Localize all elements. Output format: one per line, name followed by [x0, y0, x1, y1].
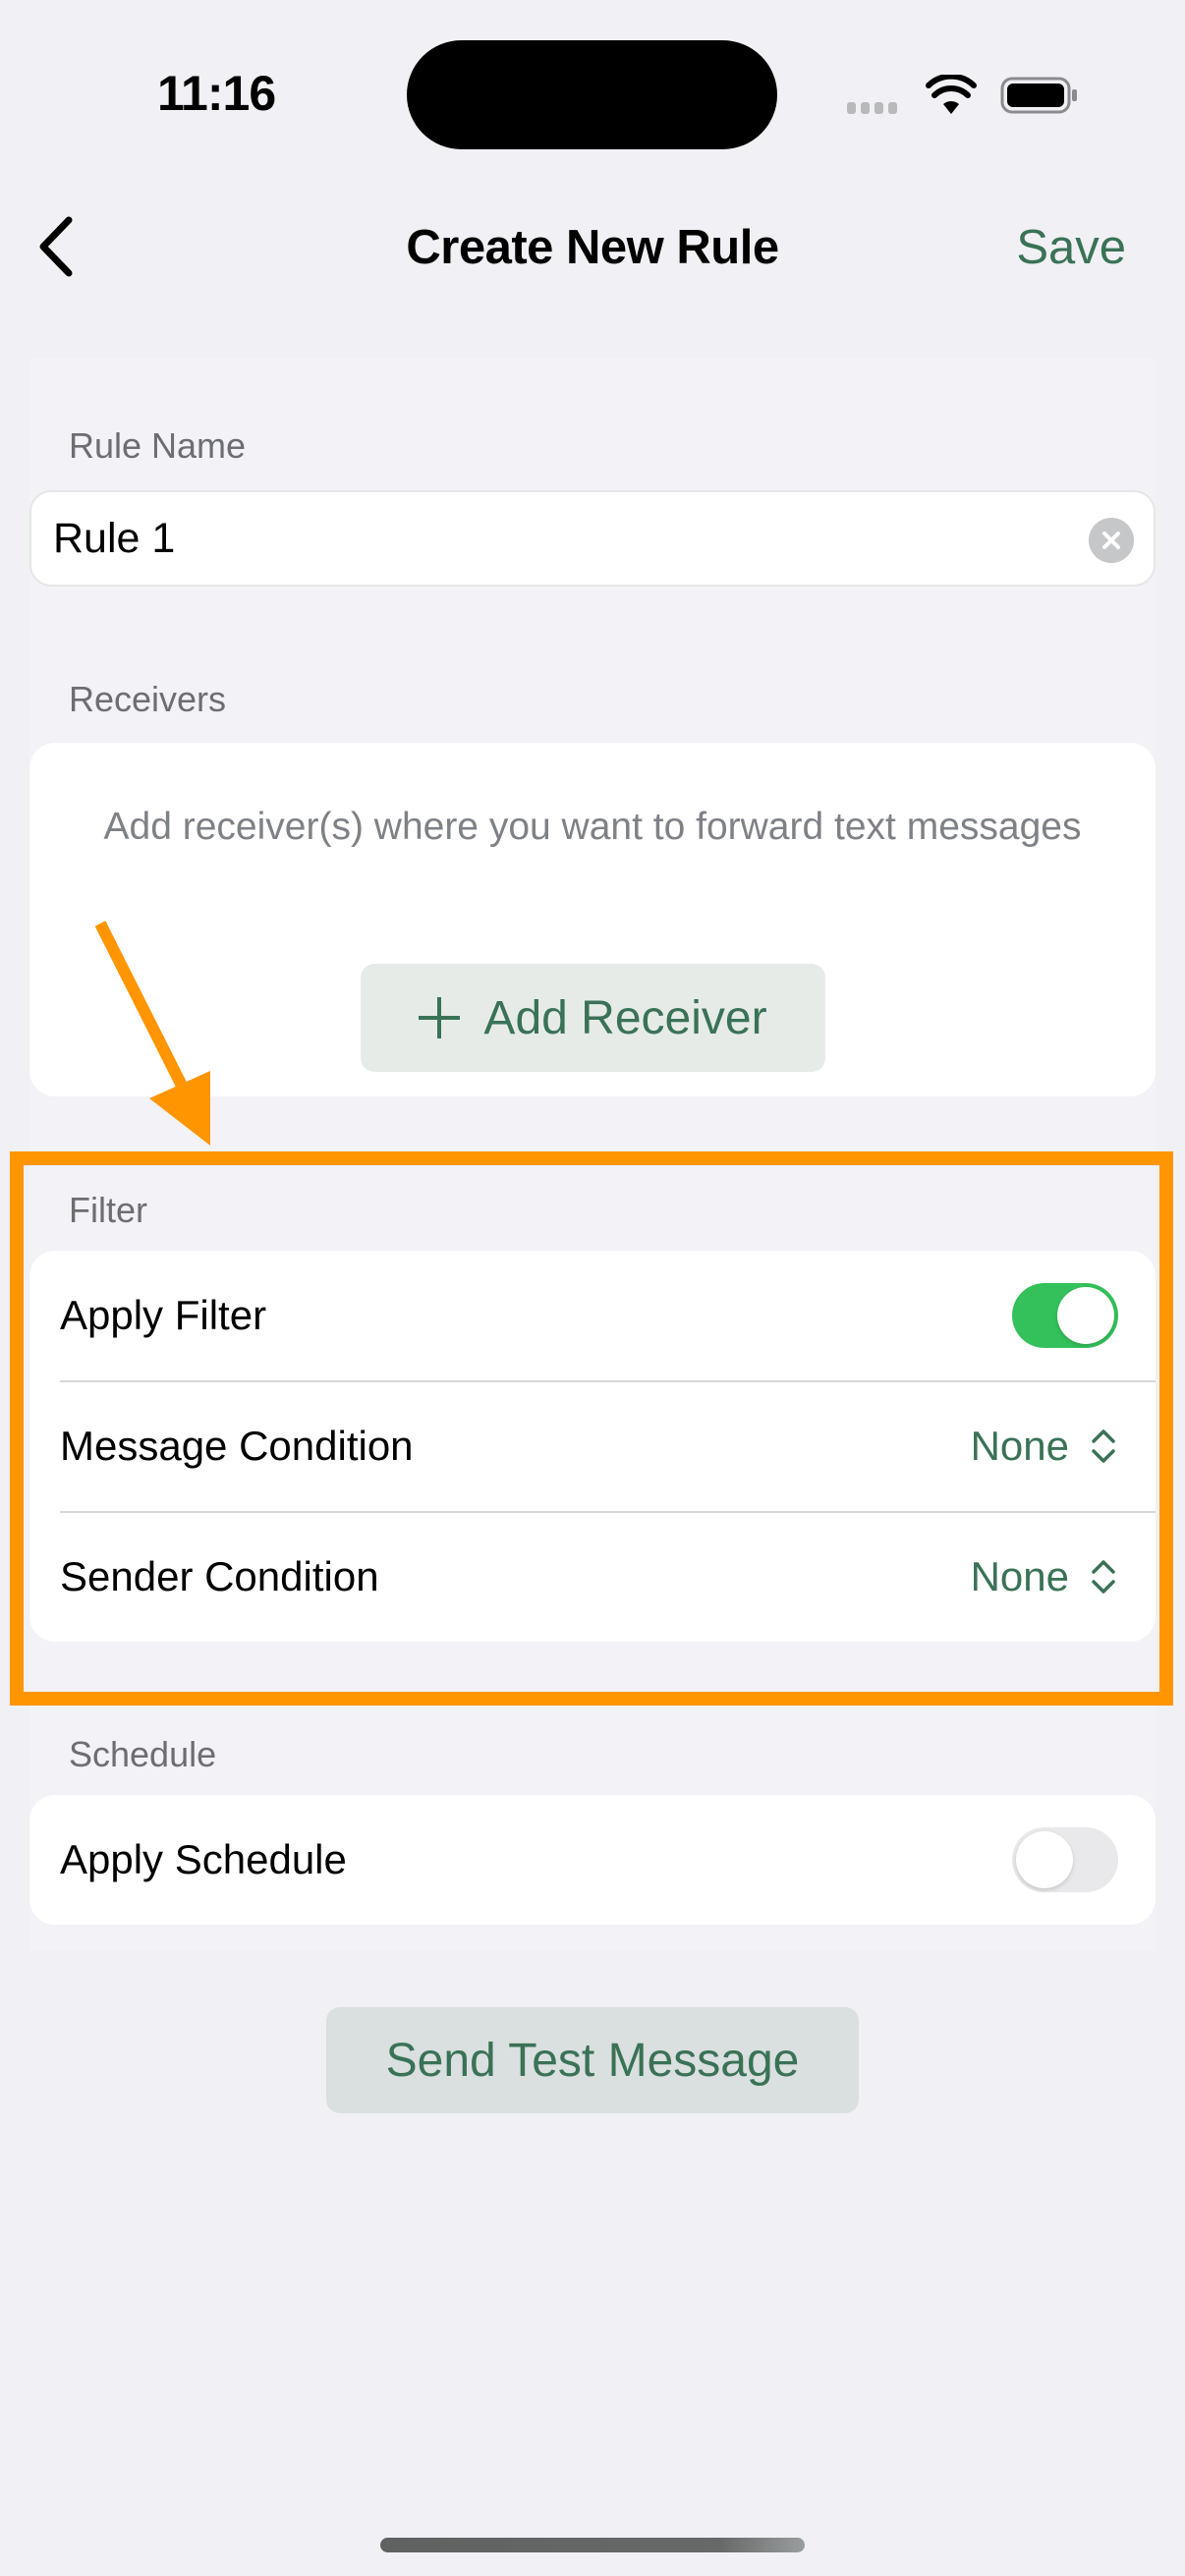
wifi-icon [926, 75, 977, 114]
receivers-hint: Add receiver(s) where you want to forwar… [103, 806, 1082, 848]
apply-schedule-toggle[interactable] [1012, 1827, 1118, 1892]
apply-filter-row: Apply Filter [29, 1251, 1156, 1380]
toggle-knob [1057, 1287, 1114, 1344]
add-receiver-button[interactable]: Add Receiver [361, 964, 825, 1072]
apply-filter-label: Apply Filter [60, 1292, 267, 1338]
apply-filter-toggle[interactable] [1012, 1283, 1118, 1348]
receivers-label: Receivers [69, 679, 227, 719]
dynamic-island [407, 40, 777, 149]
message-condition-picker[interactable]: None [971, 1423, 1118, 1470]
filter-label: Filter [69, 1190, 147, 1230]
page-title: Create New Rule [406, 221, 779, 274]
message-condition-label: Message Condition [60, 1423, 414, 1469]
signal-icon [847, 102, 897, 114]
rule-name-field[interactable] [29, 490, 1156, 587]
sender-condition-picker[interactable]: None [971, 1553, 1118, 1600]
rule-form [29, 359, 1156, 1950]
rule-name-input[interactable] [53, 492, 1036, 585]
battery-icon [1000, 77, 1077, 114]
toggle-knob [1016, 1831, 1073, 1888]
sender-condition-row[interactable]: Sender Condition None [29, 1512, 1156, 1642]
receivers-card: Add receiver(s) where you want to forwar… [29, 743, 1156, 1096]
schedule-label: Schedule [69, 1734, 217, 1774]
status-time: 11:16 [157, 66, 276, 121]
send-test-message-button[interactable]: Send Test Message [326, 2007, 859, 2113]
rule-name-label: Rule Name [69, 425, 247, 466]
chevron-up-down-icon [1092, 1429, 1115, 1463]
plus-icon [419, 997, 461, 1038]
home-indicator [380, 2538, 805, 2552]
sender-condition-value: None [970, 1553, 1069, 1599]
add-receiver-label: Add Receiver [483, 991, 767, 1044]
clear-circle-icon[interactable] [1089, 518, 1134, 563]
schedule-card: Apply Schedule [29, 1795, 1156, 1925]
apply-schedule-row: Apply Schedule [29, 1795, 1156, 1925]
apply-schedule-label: Apply Schedule [60, 1836, 347, 1882]
message-condition-value: None [970, 1423, 1069, 1469]
message-condition-row[interactable]: Message Condition None [29, 1381, 1156, 1511]
save-button[interactable]: Save [1016, 220, 1126, 275]
chevron-up-down-icon [1092, 1560, 1115, 1594]
filter-card: Apply Filter Message Condition None Send… [29, 1251, 1156, 1642]
sender-condition-label: Sender Condition [60, 1553, 379, 1599]
